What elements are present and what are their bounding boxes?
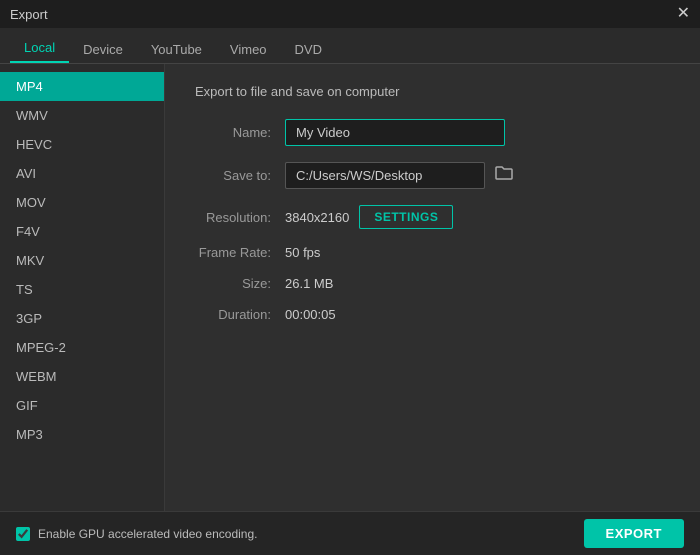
folder-icon xyxy=(495,165,513,181)
gpu-label[interactable]: Enable GPU accelerated video encoding. xyxy=(16,527,257,541)
tab-youtube[interactable]: YouTube xyxy=(137,36,216,63)
title-bar: Export ✕ xyxy=(0,0,700,28)
size-label: Size: xyxy=(195,276,285,291)
sidebar-item-mp3[interactable]: MP3 xyxy=(0,420,164,449)
sidebar-item-mp4[interactable]: MP4 xyxy=(0,72,164,101)
gpu-checkbox[interactable] xyxy=(16,527,30,541)
settings-button[interactable]: SETTINGS xyxy=(359,205,453,229)
export-content: Export to file and save on computer Name… xyxy=(165,64,700,511)
sidebar-item-3gp[interactable]: 3GP xyxy=(0,304,164,333)
size-value: 26.1 MB xyxy=(285,276,333,291)
tab-local[interactable]: Local xyxy=(10,34,69,63)
content-title: Export to file and save on computer xyxy=(195,84,670,99)
main-area: MP4 WMV HEVC AVI MOV F4V MKV TS 3GP MPEG… xyxy=(0,64,700,511)
sidebar-item-f4v[interactable]: F4V xyxy=(0,217,164,246)
duration-row: Duration: 00:00:05 xyxy=(195,307,670,322)
duration-value: 00:00:05 xyxy=(285,307,336,322)
save-to-label: Save to: xyxy=(195,168,285,183)
resolution-wrapper: 3840x2160 SETTINGS xyxy=(285,205,453,229)
sidebar-item-wmv[interactable]: WMV xyxy=(0,101,164,130)
resolution-value: 3840x2160 xyxy=(285,210,349,225)
bottom-bar: Enable GPU accelerated video encoding. E… xyxy=(0,511,700,555)
sidebar-item-webm[interactable]: WEBM xyxy=(0,362,164,391)
tab-dvd[interactable]: DVD xyxy=(281,36,336,63)
tab-bar: Local Device YouTube Vimeo DVD xyxy=(0,28,700,64)
sidebar-item-hevc[interactable]: HEVC xyxy=(0,130,164,159)
frame-rate-label: Frame Rate: xyxy=(195,245,285,260)
name-input[interactable] xyxy=(285,119,505,146)
format-sidebar: MP4 WMV HEVC AVI MOV F4V MKV TS 3GP MPEG… xyxy=(0,64,165,511)
folder-browse-button[interactable] xyxy=(491,163,517,188)
gpu-label-text: Enable GPU accelerated video encoding. xyxy=(38,527,257,541)
frame-rate-row: Frame Rate: 50 fps xyxy=(195,245,670,260)
tab-vimeo[interactable]: Vimeo xyxy=(216,36,281,63)
name-row: Name: xyxy=(195,119,670,146)
sidebar-item-avi[interactable]: AVI xyxy=(0,159,164,188)
size-row: Size: 26.1 MB xyxy=(195,276,670,291)
window-title: Export xyxy=(10,7,48,22)
sidebar-item-ts[interactable]: TS xyxy=(0,275,164,304)
resolution-row: Resolution: 3840x2160 SETTINGS xyxy=(195,205,670,229)
save-to-row: Save to: xyxy=(195,162,670,189)
duration-label: Duration: xyxy=(195,307,285,322)
close-button[interactable]: ✕ xyxy=(677,6,690,22)
tab-device[interactable]: Device xyxy=(69,36,137,63)
sidebar-item-gif[interactable]: GIF xyxy=(0,391,164,420)
name-label: Name: xyxy=(195,125,285,140)
sidebar-item-mpeg2[interactable]: MPEG-2 xyxy=(0,333,164,362)
resolution-label: Resolution: xyxy=(195,210,285,225)
save-to-wrapper xyxy=(285,162,517,189)
save-to-input[interactable] xyxy=(285,162,485,189)
sidebar-item-mkv[interactable]: MKV xyxy=(0,246,164,275)
frame-rate-value: 50 fps xyxy=(285,245,320,260)
export-button[interactable]: EXPORT xyxy=(584,519,684,548)
sidebar-item-mov[interactable]: MOV xyxy=(0,188,164,217)
